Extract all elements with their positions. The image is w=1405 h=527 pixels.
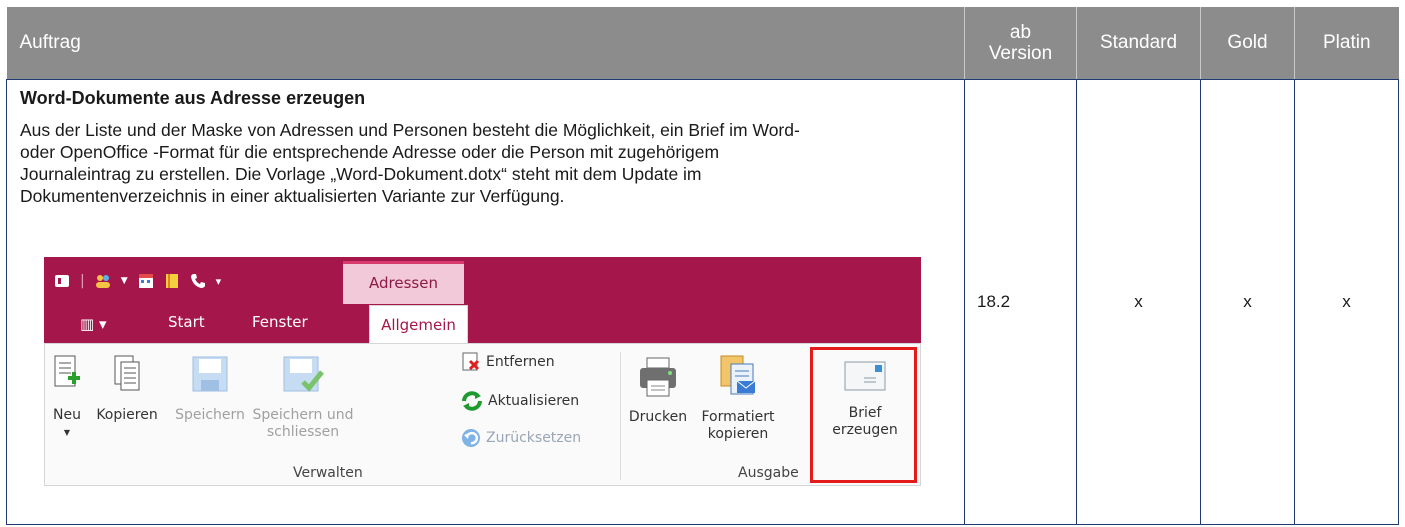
kopieren-button[interactable]: Kopieren — [89, 354, 165, 424]
header-standard: Standard — [1076, 7, 1201, 80]
entfernen-label: Entfernen — [486, 354, 555, 370]
header-row: Auftrag ab Version Standard Gold Platin — [6, 7, 1399, 80]
header-version: ab Version — [964, 7, 1077, 80]
header-feature: Auftrag — [6, 7, 965, 80]
new-document-icon — [54, 355, 80, 387]
highlight-box — [810, 347, 917, 483]
app-icon[interactable] — [54, 273, 70, 289]
feature-description: Aus der Liste und der Maske von Adressen… — [20, 120, 800, 206]
drucken-label: Drucken — [628, 409, 688, 425]
customize-qat-icon[interactable]: ▾ — [216, 275, 222, 288]
calendar-icon[interactable] — [138, 273, 154, 289]
version-cell: 18.2 — [964, 79, 1077, 525]
phone-icon[interactable] — [190, 273, 206, 289]
standard-cell: x — [1076, 79, 1201, 525]
zuruecksetzen-label: Zurücksetzen — [486, 430, 582, 446]
neu-button[interactable]: Neu ▼ — [49, 354, 85, 441]
note-icon[interactable] — [164, 273, 180, 289]
speichern-button[interactable]: Speichern — [169, 354, 251, 424]
group-separator — [620, 352, 621, 480]
speichern-label: Speichern — [175, 407, 245, 423]
kopieren-label: Kopieren — [96, 407, 158, 423]
tab-fenster[interactable]: Fenster — [252, 313, 308, 331]
ribbon-tabs: ▥ ▾ Start Fenster Allgemein — [44, 305, 921, 344]
neu-label: Neu — [53, 407, 81, 423]
formatiert-label-1: Formatiert — [701, 409, 775, 425]
ribbon-titlebar: | ▼ ▾ Adressen ▥ ▾ Start Fenster Allgeme… — [44, 257, 921, 344]
formatiert-label-2: kopieren — [707, 426, 769, 442]
delete-icon — [462, 352, 480, 371]
refresh-icon — [462, 391, 482, 411]
speichern-schliessen-button[interactable]: Speichern und schliessen — [251, 354, 355, 441]
tab-start[interactable]: Start — [168, 313, 205, 331]
chevron-down-icon[interactable]: ▼ — [121, 276, 128, 286]
formatted-copy-icon — [720, 355, 756, 395]
context-tab-adressen[interactable]: Adressen — [343, 261, 464, 304]
view-menu-icon[interactable]: ▥ ▾ — [80, 315, 106, 333]
header-gold: Gold — [1200, 7, 1295, 80]
aktualisieren-label: Aktualisieren — [488, 393, 580, 409]
aktualisieren-button[interactable]: Aktualisieren — [461, 390, 579, 412]
qat-separator: | — [80, 273, 85, 289]
copy-icon — [114, 355, 140, 391]
group-label-ausgabe: Ausgabe — [738, 465, 799, 481]
neu-dropdown-icon[interactable]: ▼ — [49, 424, 85, 441]
gold-cell: x — [1200, 79, 1295, 525]
save-close-icon — [283, 356, 324, 392]
tab-allgemein[interactable]: Allgemein — [369, 305, 468, 344]
header-platin: Platin — [1294, 7, 1399, 80]
speichern-schliessen-label-2: schliessen — [266, 424, 340, 440]
ribbon-body: Neu ▼ Kopieren Speichern Speichern und s… — [44, 343, 921, 486]
header-version-line2: Version — [988, 43, 1053, 64]
save-icon — [192, 356, 228, 392]
ribbon-screenshot: | ▼ ▾ Adressen ▥ ▾ Start Fenster Allgeme… — [44, 257, 921, 486]
drucken-button[interactable]: Drucken — [623, 356, 693, 426]
undo-icon — [462, 429, 480, 447]
quick-access-toolbar: | ▼ ▾ — [54, 273, 221, 289]
formatiert-kopieren-button[interactable]: Formatiert kopieren — [697, 354, 779, 443]
printer-icon — [640, 357, 676, 397]
people-icon[interactable] — [95, 273, 111, 289]
zuruecksetzen-button[interactable]: Zurücksetzen — [461, 428, 581, 448]
group-label-verwalten: Verwalten — [293, 465, 363, 481]
header-version-line1: ab — [1009, 22, 1032, 43]
entfernen-button[interactable]: Entfernen — [461, 352, 555, 372]
speichern-schliessen-label-1: Speichern und — [252, 407, 354, 423]
platin-cell: x — [1294, 79, 1399, 525]
feature-title: Word-Dokumente aus Adresse erzeugen — [20, 88, 366, 108]
